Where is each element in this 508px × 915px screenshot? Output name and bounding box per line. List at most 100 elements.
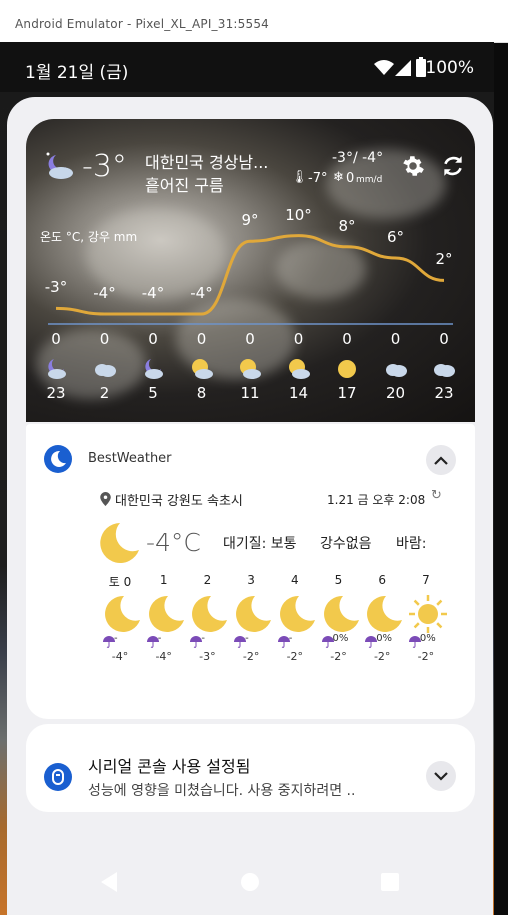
serial-console-notification[interactable]: 시리얼 콘솔 사용 설정됨 성능에 영향을 미쳤습니다. 사용 중지하려면 .. xyxy=(26,724,475,812)
window-title: Android Emulator - Pixel_XL_API_31:5554 xyxy=(15,17,270,31)
hourly-time: 17 xyxy=(337,384,357,402)
daily-day-label: 6 xyxy=(378,573,386,587)
hourly-rain-value: 0 xyxy=(439,330,449,348)
app-name: BestWeather xyxy=(88,451,172,466)
battery-percent: 100% xyxy=(425,58,474,78)
home-icon[interactable] xyxy=(240,872,260,896)
notification-shade: -3° 대한민국 경상남... 흩어진 구름 -3°/ -4° 🌡 -7° ❄ … xyxy=(7,97,493,915)
hourly-temp-label: 10° xyxy=(285,205,312,224)
refresh-small-icon[interactable]: ↻ xyxy=(431,488,442,503)
daily-temp: -2° xyxy=(373,650,391,663)
moon-icon xyxy=(275,594,319,638)
daily-temp: -3° xyxy=(199,650,216,663)
daily-rain-chance: - xyxy=(157,633,162,644)
daily-rain-chance: - xyxy=(245,633,249,644)
wifi-icon xyxy=(374,60,394,80)
moon-cloud-icon xyxy=(141,357,165,385)
moon-icon xyxy=(100,594,144,638)
daily-day-label: 5 xyxy=(334,573,343,587)
daily-rain-chance: 0% xyxy=(419,633,436,644)
daily-temp: -2° xyxy=(330,650,347,663)
status-bar: 1월 21일 (금) 100% xyxy=(0,42,494,92)
sun-icon xyxy=(406,594,450,638)
wind-label: 바람: xyxy=(396,536,427,552)
hourly-time: 14 xyxy=(288,384,309,402)
navigation-bar xyxy=(7,857,494,915)
hourly-temp-label: 2° xyxy=(435,250,453,269)
console-app-icon xyxy=(44,763,72,795)
daily-rain-chance: - xyxy=(114,633,118,644)
daily-rain-chance: - xyxy=(201,633,205,644)
moon-icon xyxy=(362,594,406,638)
hourly-rain-value: 0 xyxy=(245,330,255,348)
daily-rain-chance: 0% xyxy=(376,633,393,644)
hourly-time: 20 xyxy=(385,384,406,402)
device-screen: 1월 21일 (금) 100% -3° 대한민국 경상남... 흩어진 구름 -… xyxy=(0,42,494,915)
hourly-rain-value: 0 xyxy=(196,330,207,348)
recents-icon[interactable] xyxy=(381,873,399,895)
daily-rain-chance: 0% xyxy=(332,633,349,644)
daily-rain-chance: - xyxy=(288,633,293,644)
sun-cloud-icon xyxy=(287,357,311,385)
hourly-temp-label: -4° xyxy=(190,284,213,302)
sun-icon xyxy=(335,357,359,385)
hourly-time: 5 xyxy=(148,384,158,402)
daily-day-label: 토 0 xyxy=(108,575,132,589)
cloud-icon xyxy=(93,357,117,385)
weather-widget[interactable]: -3° 대한민국 경상남... 흩어진 구름 -3°/ -4° 🌡 -7° ❄ … xyxy=(26,119,475,422)
hourly-rain-value: 0 xyxy=(390,330,401,348)
back-icon[interactable] xyxy=(99,871,119,897)
crescent-moon-icon xyxy=(96,520,142,570)
daily-temp: -4° xyxy=(155,650,172,663)
sun-cloud-icon xyxy=(238,357,262,385)
emulator-title-bar: Android Emulator - Pixel_XL_API_31:5554 xyxy=(0,0,508,43)
hourly-rain-value: 0 xyxy=(99,330,110,348)
notif-location: 대한민국 강원도 속초시 xyxy=(115,494,243,509)
hourly-temp-label: -3° xyxy=(44,278,68,297)
daily-day-label: 4 xyxy=(290,573,299,587)
moon-icon xyxy=(144,594,188,638)
hourly-temp-label: -4° xyxy=(141,284,165,302)
daily-temp: -2° xyxy=(242,650,260,663)
serial-body: 성능에 영향을 미쳤습니다. 사용 중지하려면 .. xyxy=(88,783,356,799)
location-pin-icon xyxy=(100,491,111,510)
daily-temp: -2° xyxy=(286,650,304,663)
bestweather-notification[interactable]: BestWeather 대한민국 강원도 속초시 1.21 금 오후 2:08 … xyxy=(26,424,475,719)
rain-status: 강수없음 xyxy=(320,536,372,552)
collapse-chevron-up-icon[interactable] xyxy=(426,445,456,475)
moon-cloud-icon xyxy=(44,357,68,385)
status-time: 1월 21일 (금) xyxy=(25,63,129,83)
daily-temp: -4° xyxy=(111,650,129,663)
daily-temp: -2° xyxy=(417,650,435,663)
moon-icon xyxy=(231,594,275,638)
updated-time: 1.21 금 오후 2:08 xyxy=(327,493,426,507)
hourly-rain-value: 0 xyxy=(342,330,352,348)
moon-icon xyxy=(187,594,231,638)
hourly-time: 2 xyxy=(99,384,110,402)
bestweather-app-icon xyxy=(44,445,72,477)
air-quality: 대기질: 보통 xyxy=(223,536,297,552)
hourly-time: 23 xyxy=(434,384,454,402)
hourly-rain-value: 0 xyxy=(51,330,61,348)
hourly-temp-label: 9° xyxy=(241,211,259,230)
notif-temp: -4°C xyxy=(146,528,201,557)
expand-chevron-down-icon[interactable] xyxy=(426,761,456,791)
hourly-rain-value: 0 xyxy=(293,330,304,348)
hourly-rain-value: 0 xyxy=(148,330,158,348)
hourly-temp-label: 8° xyxy=(338,216,356,235)
hourly-temp-label: -4° xyxy=(93,284,116,302)
serial-title: 시리얼 콘솔 사용 설정됨 xyxy=(88,757,251,776)
hourly-temp-label: 6° xyxy=(386,228,405,246)
moon-icon xyxy=(319,594,363,638)
sun-cloud-icon xyxy=(190,357,214,385)
signal-icon xyxy=(395,60,411,80)
daily-day-label: 1 xyxy=(159,573,168,587)
cloud-icon xyxy=(432,357,456,385)
hourly-time: 8 xyxy=(196,384,207,402)
cloud-icon xyxy=(384,357,408,385)
daily-day-label: 7 xyxy=(422,573,430,587)
daily-day-label: 3 xyxy=(247,573,255,587)
hourly-time: 23 xyxy=(46,384,66,402)
daily-day-label: 2 xyxy=(203,573,212,587)
hourly-time: 11 xyxy=(240,384,260,402)
